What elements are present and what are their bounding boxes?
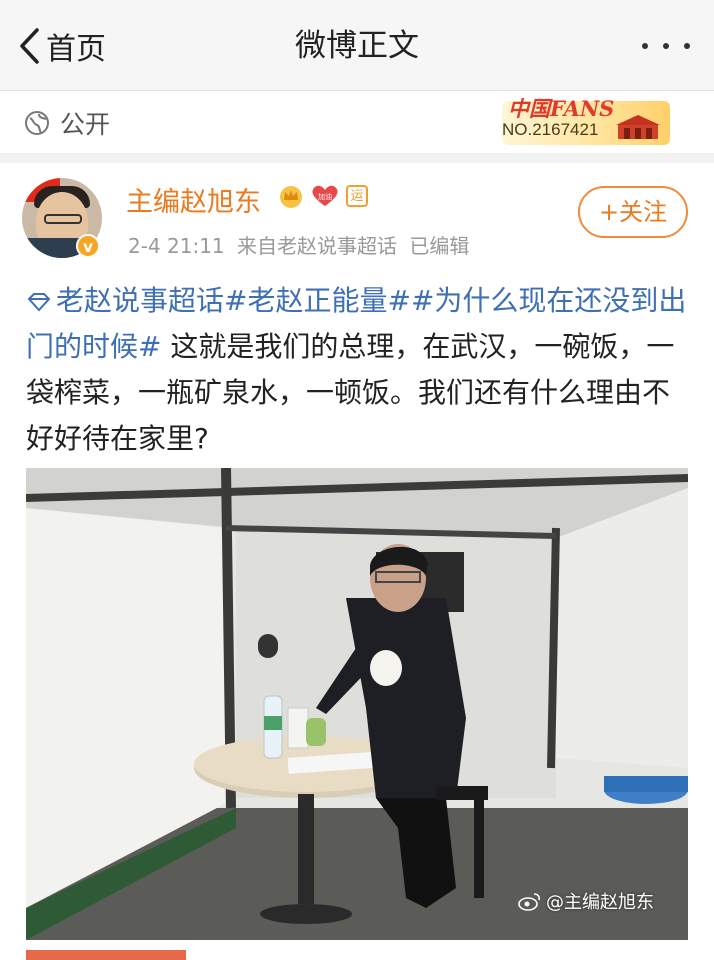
more-dot	[684, 43, 690, 49]
fans-badge-brand: 中国FANS	[508, 96, 615, 121]
more-dot	[663, 43, 669, 49]
globe-icon	[25, 111, 49, 135]
more-dots-icon	[642, 43, 648, 49]
fans-badge[interactable]: 中国FANS NO.2167421	[490, 93, 670, 149]
author-badges: 加油 运	[278, 184, 368, 208]
super-topic-badge: 运	[346, 185, 368, 207]
weibo-logo-icon	[518, 893, 541, 911]
follow-button[interactable]: +关注	[578, 186, 688, 238]
post-image[interactable]: @主编赵旭东	[26, 468, 688, 940]
visibility-indicator: 公开	[24, 105, 110, 141]
fans-badge-number: NO.2167421	[502, 120, 599, 139]
post-source[interactable]: 来自老赵说事超话	[237, 234, 397, 258]
bottom-edge-strip	[26, 950, 186, 960]
visibility-label: 公开	[60, 110, 111, 139]
more-options-button[interactable]	[642, 36, 690, 56]
svg-text:加油: 加油	[318, 192, 332, 201]
watermark-text: @主编赵旭东	[546, 892, 654, 913]
heart-icon: 加油	[312, 185, 338, 206]
crown-icon	[280, 186, 302, 208]
image-watermark: @主编赵旭东	[518, 888, 654, 914]
page-title: 微博正文	[295, 28, 419, 64]
visibility-row: 公开 中国FANS NO.2167421	[0, 91, 714, 163]
post-time: 2-4 21:11	[128, 234, 225, 258]
post-body: 老赵说事超话#老赵正能量##为什么现在还没到出门的时候# 这就是我们的总理，在武…	[26, 278, 690, 462]
tent-scene-image	[26, 468, 688, 940]
author-name[interactable]: 主编赵旭东	[126, 180, 261, 219]
post-meta: 2-4 21:11 来自老赵说事超话 已编辑	[128, 230, 475, 259]
avatar-glasses	[44, 214, 82, 224]
super-topic-icon	[27, 293, 51, 312]
verified-v-icon: v	[76, 234, 100, 258]
topic-tag[interactable]: 老赵说事超话	[56, 284, 224, 317]
tiananmen-icon	[616, 115, 660, 139]
post-edited: 已编辑	[409, 234, 470, 258]
top-navigation-bar: 首页 微博正文	[0, 0, 714, 91]
topic-tag[interactable]: #老赵正能量#	[224, 284, 411, 317]
